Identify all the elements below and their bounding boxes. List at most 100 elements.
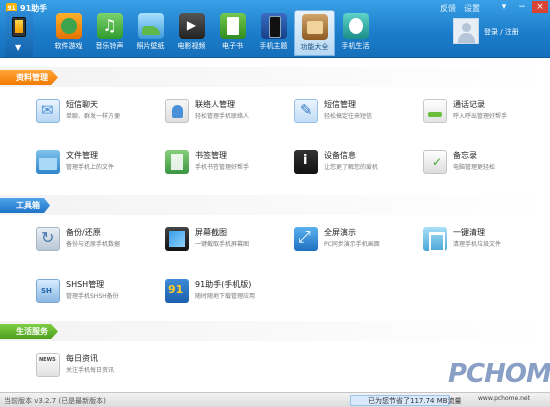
- feature-name: 备忘录: [453, 151, 477, 160]
- pchome-watermark: PCHOME www.pchome.net: [448, 355, 550, 405]
- ebook-icon: [219, 13, 246, 39]
- feature-name: 短信管理: [324, 100, 356, 109]
- feature-desc: 让您更了解您的爱机: [324, 164, 379, 171]
- feature-desc: 轻松搞定往来短信: [324, 113, 373, 120]
- feature-name: SHSH管理: [66, 280, 105, 289]
- feature-desc: 管理手机SHSH备份: [66, 293, 119, 300]
- menu-button[interactable]: ▾: [496, 1, 512, 13]
- feature-desc: 备份与还原手机数据: [66, 241, 121, 248]
- nav-movie-video[interactable]: 电影视频: [171, 10, 212, 56]
- nav-label: 手机主题: [259, 42, 288, 50]
- feature-name: 设备信息: [324, 151, 356, 160]
- feature-daily-news[interactable]: 每日资讯 关注手机每日资讯: [36, 351, 156, 381]
- feature-desc: 关注手机每日资讯: [66, 367, 115, 374]
- nav-label: 音乐铃声: [95, 42, 124, 50]
- video-icon: [178, 13, 205, 39]
- feature-desc: 单聊、群发一样方便: [66, 113, 121, 120]
- feedback-link[interactable]: 反馈: [440, 3, 456, 14]
- feature-name: 短信聊天: [66, 100, 98, 109]
- feature-name: 通话记录: [453, 100, 485, 109]
- feature-screenshot[interactable]: 屏幕截图 一键截取手机屏幕图: [165, 225, 285, 255]
- section-header-toolbox: 工具箱: [0, 195, 550, 215]
- feature-91-mobile[interactable]: 91助手(手机版) 随时随地下载管理应用: [165, 277, 285, 307]
- functions-icon: [301, 14, 328, 40]
- theme-icon: [260, 13, 287, 39]
- close-button[interactable]: ×: [532, 1, 548, 13]
- feature-desc: 清理手机垃圾文件: [453, 241, 502, 248]
- feature-desc: 一键截取手机屏幕图: [195, 241, 250, 248]
- trash-icon: [423, 227, 447, 252]
- feature-name: 91助手(手机版): [195, 280, 252, 289]
- section-title: 工具箱: [0, 198, 50, 213]
- avatar[interactable]: [453, 18, 479, 44]
- backup-icon: [36, 227, 60, 251]
- feature-sms-chat[interactable]: 短信聊天 单聊、群发一样方便: [36, 97, 156, 127]
- nav-label: 软件游戏: [54, 42, 83, 50]
- nav-music-ringtones[interactable]: 音乐铃声: [89, 10, 130, 56]
- main-content: 资料管理 短信聊天 单聊、群发一样方便 联络人管理 轻松管理手机联络人 短信管理…: [0, 59, 550, 392]
- top-toolbar: 91 91助手 反馈 设置 ▾ − × ▼ 软件游戏 音乐铃声 照片壁纸 电影视…: [0, 0, 550, 58]
- nav-ebook[interactable]: 电子书: [212, 10, 253, 56]
- feature-name: 每日资讯: [66, 354, 98, 363]
- feature-one-click-clean[interactable]: 一键清理 清理手机垃圾文件: [423, 225, 543, 255]
- nav-phone-life[interactable]: 手机生活: [335, 10, 376, 56]
- sms-icon: [36, 99, 60, 123]
- feature-call-log[interactable]: 通话记录 呼入呼出管理好帮手: [423, 97, 543, 127]
- feature-file-manager[interactable]: 文件管理 管理手机上的文件: [36, 148, 156, 178]
- nav-photo-wallpaper[interactable]: 照片壁纸: [130, 10, 171, 56]
- window-controls: ▾ − ×: [496, 1, 548, 13]
- device-info-icon: [294, 150, 318, 174]
- watermark-brand: PCHOME: [448, 359, 550, 389]
- nav-label: 电子书: [222, 42, 243, 50]
- nav-label: 手机生活: [341, 42, 370, 50]
- feature-backup-restore[interactable]: 备份/还原 备份与还原手机数据: [36, 225, 156, 255]
- watermark-url: www.pchome.net: [478, 395, 530, 402]
- feature-desc: 呼入呼出管理好帮手: [453, 113, 508, 120]
- feature-desc: 管理手机上的文件: [66, 164, 115, 171]
- section-title: 生活服务: [0, 324, 58, 339]
- nav-label: 功能大全: [300, 43, 329, 51]
- feature-sms-manager[interactable]: 短信管理 轻松搞定往来短信: [294, 97, 414, 127]
- ringtone-icon: [96, 13, 123, 39]
- chevron-down-icon: ▼: [15, 43, 22, 52]
- app-91-icon: [165, 279, 189, 303]
- phone-icon: [12, 17, 26, 37]
- feature-name: 备份/还原: [66, 228, 101, 237]
- settings-link[interactable]: 设置: [464, 3, 480, 14]
- contacts-icon: [165, 99, 189, 123]
- feature-contacts[interactable]: 联络人管理 轻松管理手机联络人: [165, 97, 285, 127]
- feature-desc: 随时随地下载管理应用: [195, 293, 256, 300]
- feature-bookmarks[interactable]: 书签管理 手机书签管理好帮手: [165, 148, 285, 178]
- main-nav: 软件游戏 音乐铃声 照片壁纸 电影视频 电子书 手机主题 功能大全 手机生活: [48, 10, 376, 56]
- nav-functions[interactable]: 功能大全: [294, 10, 335, 56]
- section-header-life-services: 生活服务: [0, 321, 550, 341]
- feature-device-info[interactable]: 设备信息 让您更了解您的爱机: [294, 148, 414, 178]
- title-links: 反馈 设置: [440, 3, 480, 14]
- minimize-button[interactable]: −: [514, 1, 530, 13]
- nav-phone-theme[interactable]: 手机主题: [253, 10, 294, 56]
- section-header-data-management: 资料管理: [0, 67, 550, 87]
- section-title: 资料管理: [0, 70, 58, 85]
- feature-memo[interactable]: 备忘录 电脑管理更轻松: [423, 148, 543, 178]
- login-link[interactable]: 登录 / 注册: [484, 27, 519, 37]
- wallpaper-icon: [137, 13, 164, 39]
- bookmark-icon: [165, 150, 189, 174]
- games-icon: [55, 13, 82, 39]
- memo-icon: [423, 150, 447, 174]
- nav-label: 照片壁纸: [136, 42, 165, 50]
- feature-desc: PC同步演示手机画面: [324, 241, 380, 248]
- feature-name: 屏幕截图: [195, 228, 227, 237]
- device-home-tab[interactable]: ▼: [5, 11, 33, 57]
- feature-name: 文件管理: [66, 151, 98, 160]
- nav-software-games[interactable]: 软件游戏: [48, 10, 89, 56]
- feature-desc: 电脑管理更轻松: [453, 164, 496, 171]
- feature-name: 书签管理: [195, 151, 227, 160]
- folder-icon: [36, 150, 60, 174]
- nav-label: 电影视频: [177, 42, 206, 50]
- feature-fullscreen-demo[interactable]: 全屏演示 PC同步演示手机画面: [294, 225, 414, 255]
- screenshot-icon: [165, 227, 189, 251]
- fullscreen-icon: [294, 227, 318, 251]
- news-icon: [36, 353, 60, 377]
- feature-shsh-manager[interactable]: SHSH管理 管理手机SHSH备份: [36, 277, 156, 307]
- life-icon: [342, 13, 369, 39]
